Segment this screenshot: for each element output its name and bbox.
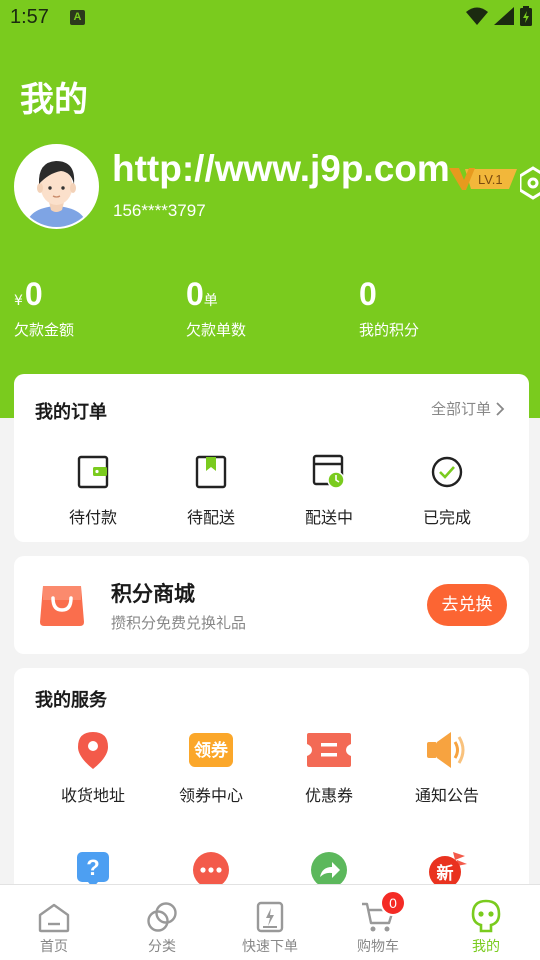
location-pin-icon	[78, 732, 108, 769]
services-card: 我的服务 收货地址 领券 领券中心 优惠券 通知公告 ? 新	[14, 668, 529, 898]
service-label: 领券中心	[178, 786, 243, 805]
redeem-button[interactable]: 去兑换	[427, 584, 507, 626]
stat-unit: 单	[203, 293, 218, 309]
level-badge: LV.1	[449, 168, 517, 190]
nav-label: 我的	[472, 939, 500, 955]
service-notices[interactable]: 通知公告	[388, 728, 506, 806]
signal-icon	[494, 7, 514, 25]
mall-subtitle: 攒积分免费兑换礼品	[111, 614, 247, 632]
stat-label: 欠款单数	[186, 321, 247, 339]
notification-icon: A	[70, 10, 85, 25]
orders-title: 我的订单	[35, 402, 107, 423]
delivery-clock-icon	[312, 454, 345, 489]
coupon-center-text: 领券	[194, 740, 229, 761]
speaker-icon	[427, 732, 465, 768]
page-title: 我的	[20, 80, 88, 120]
cart-badge: 0	[380, 890, 406, 916]
help-text: ?	[86, 855, 99, 880]
nav-label: 购物车	[357, 939, 399, 955]
home-icon	[38, 903, 70, 933]
chevron-right-icon	[496, 401, 505, 416]
order-label: 待配送	[186, 508, 235, 527]
orders-card: 我的订单 全部订单 待付款 待配送 配送中 已完成	[14, 374, 529, 542]
nav-label: 快速下单	[242, 939, 298, 955]
stat-value: 0	[186, 276, 204, 312]
avatar[interactable]	[14, 144, 99, 229]
check-circle-icon	[431, 456, 463, 488]
order-label: 待付款	[68, 508, 117, 527]
phone-number: 156****3797	[113, 201, 206, 220]
stat-points[interactable]: 0 我的积分	[359, 276, 419, 340]
currency-symbol: ¥	[14, 293, 23, 309]
coupon-center-icon: 领券	[189, 733, 233, 767]
settings-icon[interactable]	[520, 166, 540, 200]
wallet-icon	[77, 455, 109, 489]
status-bar: 1:57 A	[0, 0, 540, 36]
services-grid: 收货地址 领券 领券中心 优惠券 通知公告	[14, 728, 529, 806]
service-coupon-center[interactable]: 领券 领券中心	[152, 728, 270, 806]
wifi-icon	[466, 7, 488, 25]
service-coupons[interactable]: 优惠券	[270, 728, 388, 806]
order-pending-payment[interactable]: 待付款	[34, 450, 152, 528]
nav-label: 首页	[40, 939, 68, 955]
stat-value: 0	[359, 276, 377, 312]
stat-debt-amount[interactable]: ¥0 欠款金额	[14, 276, 74, 340]
nav-cart[interactable]: 0 购物车	[324, 885, 432, 960]
stat-label: 欠款金额	[14, 321, 75, 339]
level-text: LV.1	[478, 172, 503, 187]
avatar-image	[16, 146, 97, 227]
shopping-bag-icon	[40, 586, 84, 626]
mall-title: 积分商城	[111, 582, 195, 606]
orders-grid: 待付款 待配送 配送中 已完成	[14, 450, 529, 528]
order-label: 配送中	[304, 508, 353, 527]
order-label: 已完成	[422, 508, 471, 527]
category-icon	[147, 902, 177, 932]
stat-value: 0	[24, 276, 43, 312]
nav-label: 分类	[148, 939, 176, 955]
username: http://www.j9p.com	[112, 148, 450, 189]
stat-debt-orders[interactable]: 0单 欠款单数	[186, 276, 246, 340]
nav-category[interactable]: 分类	[108, 885, 216, 960]
services-title: 我的服务	[35, 690, 107, 711]
order-completed[interactable]: 已完成	[388, 450, 506, 528]
all-orders-label: 全部订单	[430, 400, 491, 418]
status-time: 1:57	[10, 6, 49, 28]
stat-label: 我的积分	[359, 321, 420, 339]
status-icons	[466, 6, 532, 26]
new-text: 新	[437, 863, 454, 884]
nav-profile[interactable]: 我的	[432, 885, 540, 960]
bottom-nav: 首页 分类 快速下单 0 购物车 我的	[0, 884, 540, 960]
service-address[interactable]: 收货地址	[34, 728, 152, 806]
service-label: 收货地址	[60, 786, 125, 805]
battery-icon	[520, 6, 532, 26]
nav-quick-order[interactable]: 快速下单	[216, 885, 324, 960]
nav-home[interactable]: 首页	[0, 885, 108, 960]
points-mall-card[interactable]: 积分商城 攒积分免费兑换礼品 去兑换	[14, 556, 529, 654]
service-label: 优惠券	[304, 786, 353, 805]
coupon-icon	[307, 733, 351, 767]
profile-icon	[471, 899, 501, 933]
order-pending-delivery[interactable]: 待配送	[152, 450, 270, 528]
bookmark-box-icon	[195, 455, 227, 489]
quick-order-icon	[256, 901, 284, 933]
service-label: 通知公告	[414, 786, 479, 805]
order-delivering[interactable]: 配送中	[270, 450, 388, 528]
all-orders-link[interactable]: 全部订单	[431, 398, 505, 419]
